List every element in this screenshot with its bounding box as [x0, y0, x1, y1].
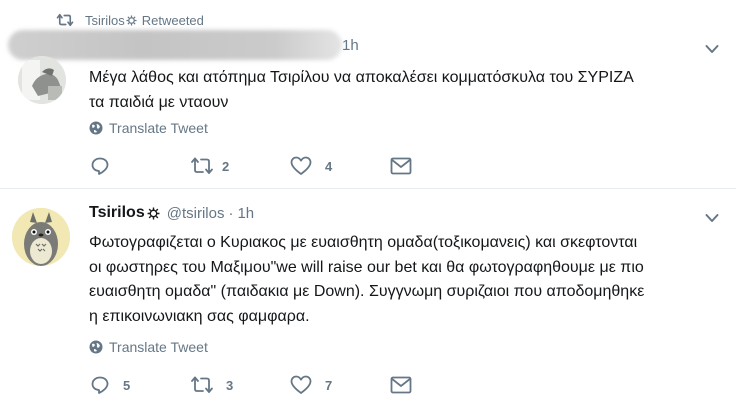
reply-icon — [91, 376, 109, 394]
author-handle[interactable]: @tsirilos — [167, 205, 225, 222]
tweet-divider — [0, 188, 736, 189]
translate-link[interactable]: Translate Tweet — [89, 339, 208, 355]
reply-count: 5 — [123, 377, 131, 393]
translate-label: Translate Tweet — [109, 120, 208, 136]
chevron-down-icon[interactable] — [705, 213, 719, 223]
like-button[interactable]: 7 — [290, 375, 390, 395]
retweet-icon — [191, 376, 213, 393]
globe-icon — [89, 340, 103, 354]
message-icon — [390, 376, 412, 394]
message-icon — [390, 157, 412, 175]
like-count: 7 — [325, 377, 333, 393]
reply-icon — [91, 157, 109, 175]
retweet-icon — [56, 13, 74, 27]
retweet-icon — [191, 157, 213, 174]
tweet-header: Tsirilos @tsirilos · 1h — [89, 204, 254, 222]
like-count: 4 — [325, 158, 333, 174]
tweet-text-line: Μέγα λάθος και ατόπημα Τσιρίλου να αποκα… — [89, 69, 634, 86]
tweet-text-line: οι φωστηρες του Μαξιμου"we will raise ou… — [89, 258, 644, 276]
retweet-count: 2 — [222, 158, 230, 174]
verified-badge-icon — [126, 14, 137, 26]
tweet-text-line: ευαισθητη ομαδα" (παιδακια με Down). Συγ… — [89, 283, 645, 300]
retweet-context: Tsirilos Retweeted — [56, 11, 204, 29]
tweet-1[interactable]: Tsirilos Retweeted 1h Μέγα λάθος και ατό… — [0, 0, 736, 188]
tweet-timestamp[interactable]: 1h — [237, 205, 254, 222]
verified-badge-icon — [147, 207, 160, 219]
author-name[interactable]: Tsirilos — [89, 204, 145, 222]
reply-button[interactable] — [90, 156, 190, 176]
like-button[interactable]: 4 — [290, 156, 390, 176]
retweeted-label: Retweeted — [141, 12, 204, 28]
chevron-down-icon[interactable] — [705, 44, 719, 54]
retweet-button[interactable]: 2 — [190, 156, 290, 176]
tweet-actions: 2 4 — [90, 156, 412, 176]
reply-button[interactable]: 5 — [90, 375, 190, 395]
context-username[interactable]: Tsirilos — [85, 13, 125, 28]
retweet-count: 3 — [226, 377, 234, 393]
tweet-text-line: η επικοινωνιακη σας φαμφαρα. — [89, 307, 310, 325]
translate-link[interactable]: Translate Tweet — [89, 120, 208, 136]
message-button[interactable] — [390, 157, 412, 175]
like-icon — [290, 156, 312, 175]
blurred-author-name — [8, 30, 342, 60]
retweet-button[interactable]: 3 — [190, 375, 290, 395]
tweet-timestamp[interactable]: 1h — [342, 37, 359, 54]
translate-label: Translate Tweet — [109, 339, 208, 355]
tweet-text: Μέγα λάθος και ατόπημα Τσιρίλου να αποκα… — [89, 66, 634, 115]
globe-icon — [89, 121, 103, 135]
tweet-actions: 5 3 7 — [90, 375, 412, 395]
avatar[interactable] — [12, 208, 70, 266]
separator-dot: · — [228, 204, 234, 222]
tweet-text-line: τα παιδιά με νταουν — [89, 93, 229, 111]
tweet-text: Φωτογραφιζεται ο Κυριακος με ευαισθητη ο… — [89, 231, 644, 329]
like-icon — [290, 375, 312, 394]
message-button[interactable] — [390, 376, 412, 394]
tweet-text-line: Φωτογραφιζεται ο Κυριακος με ευαισθητη ο… — [89, 234, 638, 251]
avatar[interactable] — [18, 56, 66, 104]
